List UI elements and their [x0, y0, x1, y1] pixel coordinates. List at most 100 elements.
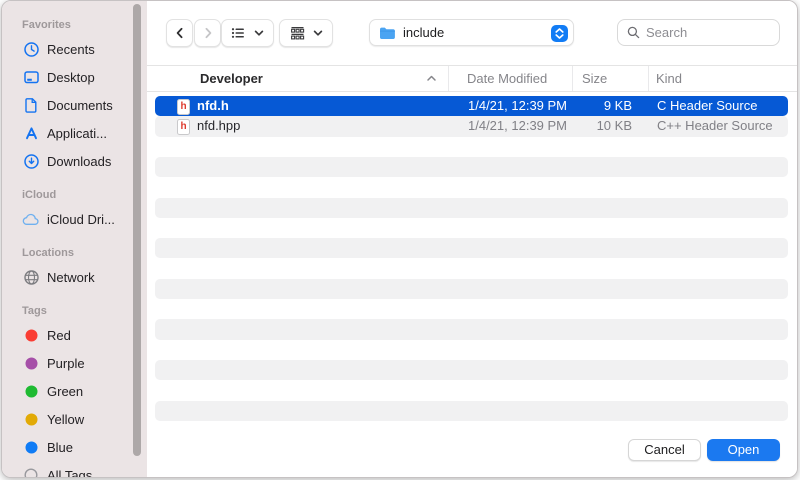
list-view-icon [230, 25, 246, 41]
forward-button[interactable] [194, 19, 221, 47]
column-headers: Developer Date Modified Size Kind [147, 65, 797, 92]
file-row-nfd-hpp[interactable]: hnfd.hpp1/4/21, 12:39 PM10 KBC++ Header … [155, 116, 788, 136]
empty-row [155, 279, 788, 299]
sidebar-item-label: Purple [47, 356, 85, 371]
sidebar-section-header-tags: Tags [22, 301, 147, 321]
chevron-right-icon [201, 26, 215, 40]
folder-dropdown-value: include [403, 25, 444, 40]
column-divider[interactable] [648, 66, 649, 91]
sidebar-item-all-tags[interactable]: All Tags [22, 461, 147, 478]
sidebar-item-label: Red [47, 328, 71, 343]
sidebar-item-desktop[interactable]: Desktop [22, 63, 147, 91]
chevron-left-icon [173, 26, 187, 40]
sidebar-item-red[interactable]: Red [22, 321, 147, 349]
sort-ascending-icon [426, 73, 437, 84]
column-divider[interactable] [448, 66, 449, 91]
folder-dropdown[interactable]: include [369, 19, 574, 46]
empty-row [155, 380, 788, 400]
clock-icon [22, 40, 40, 58]
download-icon [22, 152, 40, 170]
popup-stepper-icon [551, 25, 568, 42]
folder-icon [379, 26, 396, 40]
sidebar-item-label: Desktop [47, 70, 95, 85]
cloud-icon [22, 210, 40, 228]
tag-dot-icon [22, 438, 40, 456]
sidebar-item-label: Recents [47, 42, 95, 57]
column-header-developer[interactable]: Developer [200, 66, 263, 91]
file-name: nfd.h [197, 96, 229, 116]
file-date-modified: 1/4/21, 12:39 PM [468, 96, 567, 116]
group-view-button[interactable] [279, 19, 333, 47]
empty-row [155, 157, 788, 177]
file-list: h nfd.h 1/4/21, 12:39 PM9 KB C Header Sourc… [147, 93, 797, 426]
sidebar-section-header-favorites: Favorites [22, 15, 147, 35]
sidebar-item-purple[interactable]: Purple [22, 349, 147, 377]
empty-row [155, 137, 788, 157]
empty-row [155, 198, 788, 218]
sidebar-item-documents[interactable]: Documents [22, 91, 147, 119]
sidebar-item-applicati[interactable]: Applicati... [22, 119, 147, 147]
empty-row [155, 258, 788, 278]
empty-row [155, 238, 788, 258]
empty-row [155, 177, 788, 197]
globe-icon [22, 268, 40, 286]
sidebar-item-recents[interactable]: Recents [22, 35, 147, 63]
document-icon [22, 96, 40, 114]
cancel-button[interactable]: Cancel [628, 439, 701, 461]
sidebar-item-label: All Tags [47, 468, 92, 479]
tag-dot-icon [22, 382, 40, 400]
sidebar: Favorites Recents Desktop Documents Applicat… [2, 1, 147, 477]
sidebar-item-label: Network [47, 270, 95, 285]
file-size: 9 KB [555, 96, 632, 116]
open-button[interactable]: Open [707, 439, 780, 461]
column-header-kind[interactable]: Kind [656, 66, 682, 91]
sidebar-item-label: Blue [47, 440, 73, 455]
group-view-icon [289, 25, 306, 41]
sidebar-scrollbar[interactable] [133, 4, 141, 456]
sidebar-item-yellow[interactable]: Yellow [22, 405, 147, 433]
search-field[interactable]: Search [617, 19, 780, 46]
sidebar-item-downloads[interactable]: Downloads [22, 147, 147, 175]
appstore-icon [22, 124, 40, 142]
empty-row [155, 218, 788, 238]
empty-row [155, 319, 788, 339]
column-header-date-modified[interactable]: Date Modified [467, 66, 547, 91]
column-header-size[interactable]: Size [582, 66, 607, 91]
header-file-icon: h [177, 119, 190, 135]
toolbar: include Search [147, 1, 797, 65]
file-size: 10 KB [555, 116, 632, 136]
sidebar-item-icloud-dri[interactable]: iCloud Dri... [22, 205, 147, 233]
tag-dot-icon [22, 326, 40, 344]
list-view-button[interactable] [221, 19, 274, 47]
open-file-dialog: Favorites Recents Desktop Documents Applicat… [1, 0, 798, 478]
file-kind: C Header Source [657, 96, 757, 116]
search-placeholder: Search [646, 25, 687, 40]
column-divider[interactable] [572, 66, 573, 91]
empty-row [155, 401, 788, 421]
sidebar-item-green[interactable]: Green [22, 377, 147, 405]
empty-row [155, 299, 788, 319]
dialog-footer: Cancel Open [147, 425, 797, 477]
file-name: nfd.hpp [197, 116, 240, 136]
sidebar-item-label: Documents [47, 98, 113, 113]
circle-outline-icon [22, 466, 40, 478]
tag-dot-icon [22, 354, 40, 372]
tag-dot-icon [22, 410, 40, 428]
header-file-icon: h [177, 99, 190, 115]
empty-row [155, 360, 788, 380]
file-row-nfd-h[interactable]: h nfd.h 1/4/21, 12:39 PM9 KB C Header Sourc… [155, 96, 788, 116]
chevron-down-icon [253, 27, 265, 39]
sidebar-item-network[interactable]: Network [22, 263, 147, 291]
sidebar-item-label: Applicati... [47, 126, 107, 141]
back-button[interactable] [166, 19, 193, 47]
sidebar-item-label: Green [47, 384, 83, 399]
empty-row [155, 340, 788, 360]
sidebar-item-label: Downloads [47, 154, 111, 169]
main-panel: include Search Developer Date Modified [147, 1, 797, 477]
search-icon [627, 26, 640, 39]
sidebar-item-label: iCloud Dri... [47, 212, 115, 227]
sidebar-item-blue[interactable]: Blue [22, 433, 147, 461]
chevron-down-icon [312, 27, 324, 39]
desktop-icon [22, 68, 40, 86]
sidebar-section-header-locations: Locations [22, 243, 147, 263]
